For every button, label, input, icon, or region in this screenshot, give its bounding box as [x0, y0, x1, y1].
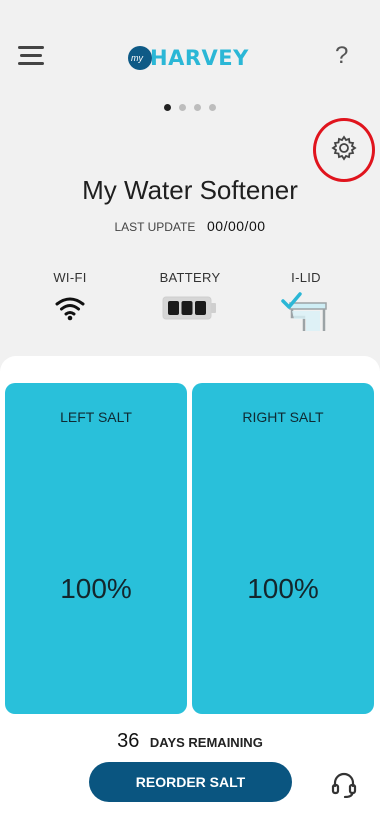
logo-text: HARVEY [150, 46, 249, 70]
right-salt-label: RIGHT SALT [242, 409, 324, 425]
battery-icon [140, 295, 240, 321]
days-remaining: 36 DAYS REMAINING [0, 730, 380, 753]
wifi-status: WI-FI [20, 270, 120, 321]
ilid-label: I-LID [291, 270, 321, 285]
days-remaining-value: 36 [117, 730, 140, 752]
left-salt-level: 100% [60, 573, 132, 604]
device-name: My Water Softener [82, 175, 298, 205]
page-indicator [164, 104, 216, 111]
reorder-salt-button[interactable]: REORDER SALT [89, 762, 292, 802]
highlight-circle-annotation [313, 118, 375, 182]
wifi-icon [20, 295, 120, 321]
page-dot-3[interactable] [194, 104, 201, 111]
last-update-label: LAST UPDATE [114, 220, 196, 234]
right-salt-level: 100% [247, 573, 319, 604]
battery-status: BATTERY [140, 270, 240, 321]
logo-badge: my [128, 46, 152, 70]
left-salt-label: LEFT SALT [60, 409, 132, 425]
support-headset-icon[interactable] [330, 770, 358, 799]
ilid-status: I-LID [256, 270, 356, 333]
page-dot-4[interactable] [209, 104, 216, 111]
right-salt-tank[interactable]: RIGHT SALT 100% [192, 383, 374, 714]
last-update-value: 00/00/00 [207, 218, 266, 234]
days-remaining-label: DAYS REMAINING [149, 735, 263, 750]
last-update: LAST UPDATE 00/00/00 [0, 218, 380, 234]
logo-prefix: my [131, 53, 143, 63]
page-dot-2[interactable] [179, 104, 186, 111]
hamburger-menu-icon[interactable] [18, 46, 44, 68]
app-logo: my HARVEY [128, 44, 249, 72]
page-dot-1[interactable] [164, 104, 171, 111]
battery-label: BATTERY [159, 270, 221, 285]
ilid-lid-check-icon [256, 292, 356, 333]
top-bar: my HARVEY ? [0, 0, 380, 100]
left-salt-tank[interactable]: LEFT SALT 100% [5, 383, 187, 714]
help-button[interactable]: ? [335, 42, 348, 70]
wifi-label: WI-FI [53, 270, 87, 285]
